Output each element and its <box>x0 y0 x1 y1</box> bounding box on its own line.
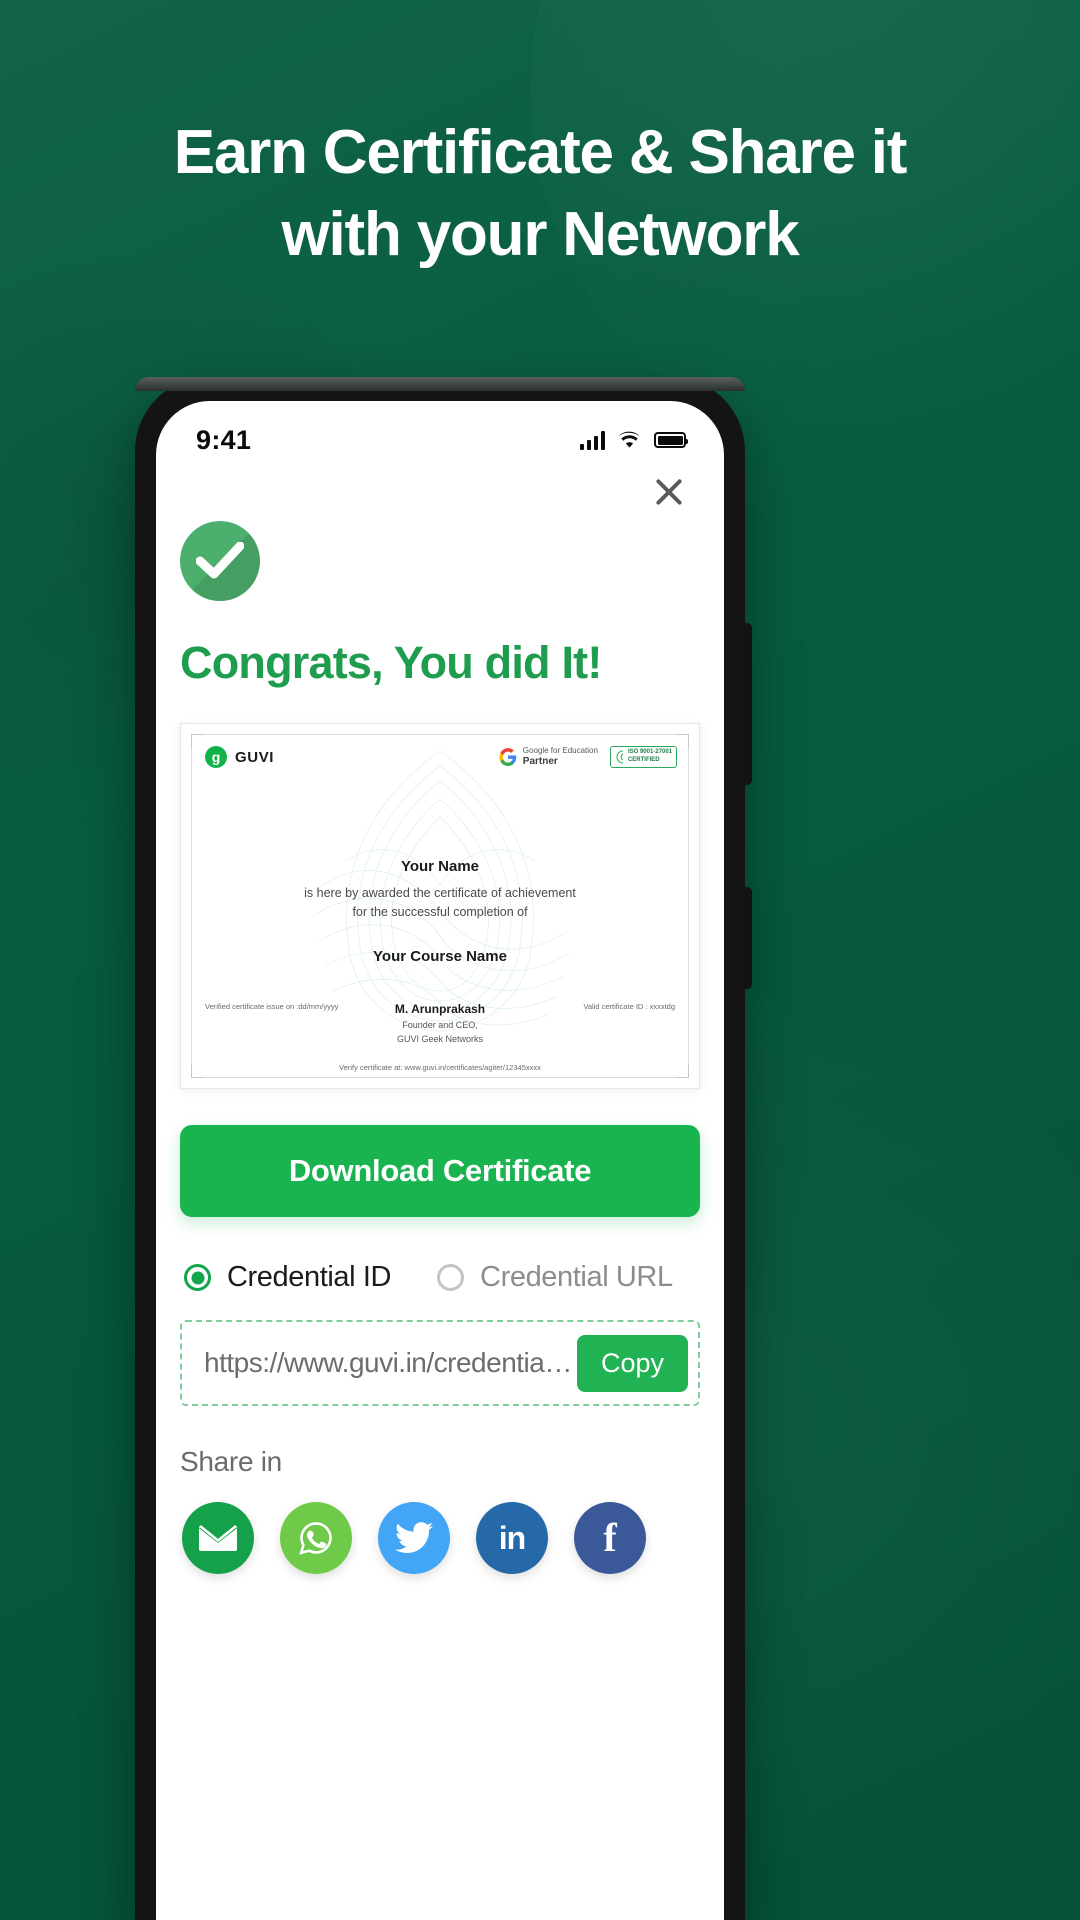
iso-certified-badge: ISO 9001-27001 CERTIFIED <box>609 746 677 769</box>
download-certificate-label: Download Certificate <box>288 1153 592 1188</box>
signatory-role-line-1: Founder and CEO, <box>402 1020 478 1030</box>
radio-credential-url[interactable]: Credential URL <box>437 1261 673 1294</box>
certificate-course-name: Your Course Name <box>373 947 507 965</box>
share-section-title: Share in <box>180 1446 282 1477</box>
success-icon-wrap <box>180 521 700 601</box>
certificate-corner <box>191 734 205 748</box>
google-g-icon <box>499 748 517 767</box>
certificate-body-line-1: is here by awarded the certificate of ac… <box>304 886 576 900</box>
copy-button[interactable]: Copy <box>576 1334 688 1392</box>
radio-credential-id-label: Credential ID <box>227 1261 392 1293</box>
guvi-brand-name: GUVI <box>235 748 275 766</box>
phone-power-button <box>744 887 752 989</box>
certificate-signatory-role: Founder and CEO, GUVI Geek Networks <box>355 1019 525 1046</box>
certificate-verify-url: Verify certificate at: www.guvi.in/certi… <box>339 1063 541 1072</box>
certificate-valid-id: Valid certificate ID : xxxxtdg <box>583 1002 675 1011</box>
page-title: Congrats, You did It! <box>180 637 602 688</box>
share-linkedin-button[interactable]: in <box>476 1502 548 1574</box>
share-twitter-button[interactable] <box>378 1502 450 1574</box>
certificate-body-line-2: for the successful completion of <box>352 905 528 920</box>
phone-screen: 9:41 Congrats, You did It! g GUVI Google… <box>156 401 724 1920</box>
email-icon <box>199 1524 237 1551</box>
share-icons-row: in f <box>180 1502 700 1574</box>
google-education-partner-badge: Google for Education Partner <box>499 746 598 769</box>
status-bar: 9:41 <box>156 401 724 465</box>
close-row <box>180 465 700 515</box>
phone-bezel-highlight <box>135 377 745 391</box>
share-email-button[interactable] <box>182 1502 254 1574</box>
whatsapp-icon <box>299 1522 332 1555</box>
linkedin-icon: in <box>498 1520 526 1556</box>
success-check-icon <box>180 521 260 601</box>
certificate-recipient-name: Your Name <box>400 858 480 875</box>
phone-mockup: 9:41 Congrats, You did It! g GUVI Google… <box>135 377 752 1920</box>
certificate-signatory: M. Arunprakash Founder and CEO, GUVI Gee… <box>355 1002 525 1046</box>
status-bar-time: 9:41 <box>196 424 252 455</box>
certificate-preview[interactable]: g GUVI Google for Education Partner ISO … <box>180 723 700 1089</box>
radio-dot-icon <box>437 1264 465 1291</box>
download-certificate-button[interactable]: Download Certificate <box>180 1125 700 1217</box>
share-whatsapp-button[interactable] <box>280 1502 352 1574</box>
credential-value: https://www.guvi.in/credential… <box>204 1347 577 1378</box>
twitter-icon <box>395 1522 433 1554</box>
certificate-signatory-name: M. Arunprakash <box>394 1002 486 1016</box>
radio-dot-icon <box>184 1264 211 1291</box>
status-bar-icons <box>580 430 688 450</box>
battery-full-icon <box>654 432 688 448</box>
iso-badge-line-2: CERTIFIED <box>627 757 660 764</box>
facebook-icon: f <box>603 1515 617 1560</box>
guvi-brand: g GUVI <box>205 746 275 769</box>
guvi-logo-icon: g <box>205 746 227 769</box>
credential-type-radio-group: Credential ID Credential URL <box>180 1261 700 1294</box>
certificate-corner <box>675 734 689 748</box>
google-badge-line-2: Partner <box>522 756 558 767</box>
iso-badge-text: ISO 9001-27001 CERTIFIED <box>628 749 672 765</box>
iso-arcs-icon <box>616 750 624 764</box>
google-badge-line-1: Google for Education <box>522 746 598 755</box>
iso-badge-line-1: ISO 9001-27001 <box>627 749 672 756</box>
promo-headline-line-2: with your Network <box>281 200 800 270</box>
certificate-sheet: Congrats, You did It! g GUVI Google for … <box>156 465 724 1574</box>
credential-field[interactable]: https://www.guvi.in/credential… Copy <box>180 1320 700 1406</box>
signal-bars-icon <box>580 430 605 450</box>
signatory-role-line-2: GUVI Geek Networks <box>396 1033 484 1044</box>
close-icon[interactable] <box>646 469 692 515</box>
radio-credential-id[interactable]: Credential ID <box>184 1261 391 1294</box>
phone-volume-button <box>744 623 752 785</box>
share-facebook-button[interactable]: f <box>574 1502 646 1574</box>
certificate-issue-date: Verified certificate issue on :dd/mm/yyy… <box>205 1002 339 1011</box>
radio-credential-url-label: Credential URL <box>480 1261 673 1293</box>
promo-headline: Earn Certificate & Share it with your Ne… <box>0 112 1080 277</box>
certificate-header: g GUVI Google for Education Partner ISO … <box>205 746 677 769</box>
promo-headline-line-1: Earn Certificate & Share it <box>173 118 908 187</box>
certificate-footer: Verified certificate issue on :dd/mm/yyy… <box>205 1002 675 1046</box>
google-badge-text: Google for Education Partner <box>523 746 598 769</box>
certificate-badges: Google for Education Partner ISO 9001-27… <box>499 746 677 769</box>
wifi-icon <box>618 431 640 448</box>
certificate-body: Your Name is here by awarded the certifi… <box>181 858 699 965</box>
